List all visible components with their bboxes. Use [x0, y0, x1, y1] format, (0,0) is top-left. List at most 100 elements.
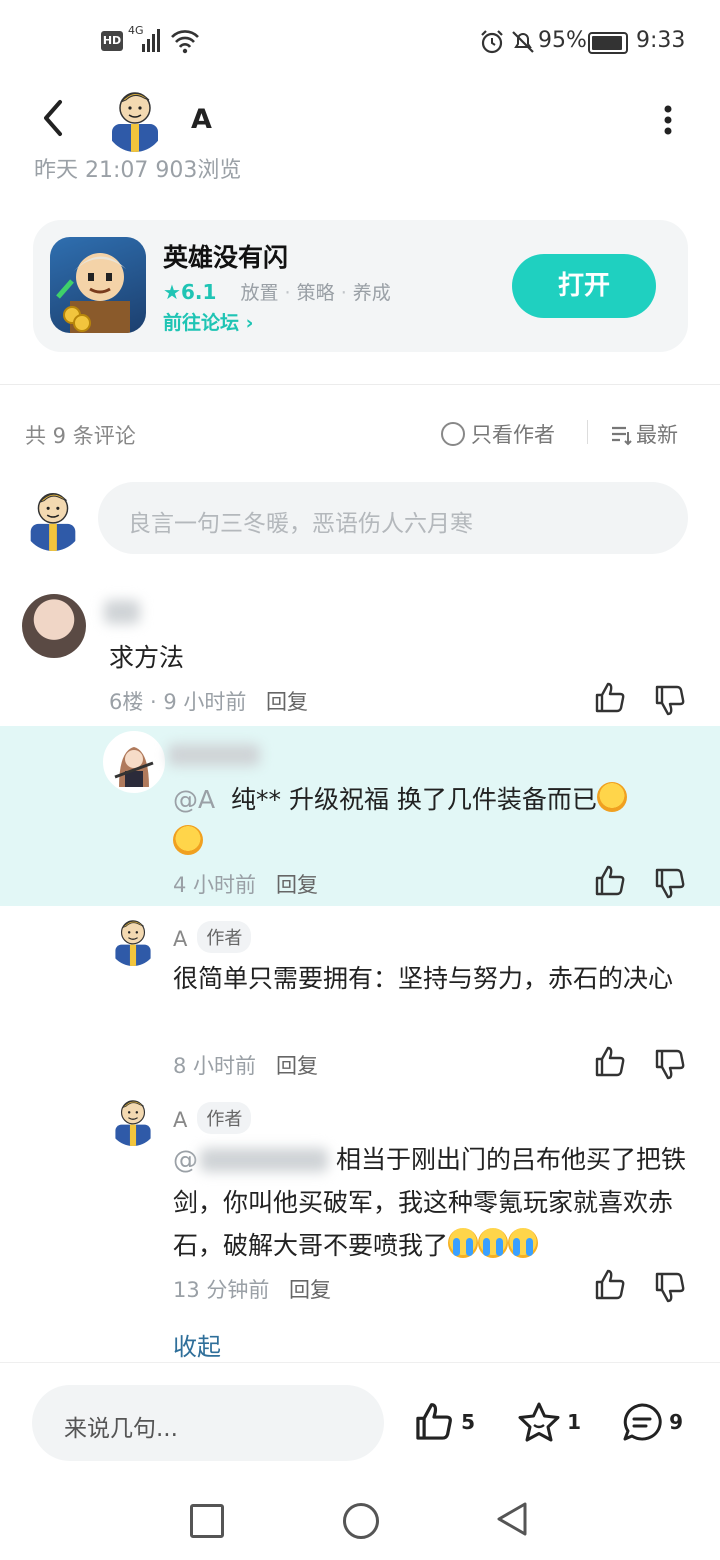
thumbs-up-icon[interactable] [593, 1268, 627, 1302]
home-button[interactable] [343, 1503, 379, 1539]
divider [0, 384, 720, 385]
reply-text: @ 相当于刚出门的吕布他买了把铁剑，你叫他买破军，我这种零氪玩家就喜欢赤石，破解大… [173, 1138, 688, 1267]
vault-boy-icon [112, 92, 158, 152]
comment-button[interactable]: 9 [620, 1401, 683, 1443]
like-button[interactable]: 5 [412, 1401, 475, 1443]
party-face-emoji [596, 782, 627, 812]
open-game-button[interactable]: 打开 [512, 254, 656, 318]
back-arrow-icon[interactable] [38, 98, 68, 138]
mention-name-blurred[interactable] [200, 1148, 328, 1172]
thumbs-down-icon[interactable] [653, 1047, 687, 1081]
mute-bell-icon [512, 31, 534, 53]
game-tag: 放置 [240, 282, 279, 304]
comment-input-placeholder: 良言一句三冬暖，恶语伤人六月寒 [128, 511, 473, 537]
alarm-icon [481, 30, 503, 54]
app-header: A [0, 84, 720, 160]
vault-boy-icon [30, 493, 76, 551]
author-avatar[interactable] [104, 84, 166, 152]
reply-link[interactable]: 回复 [266, 686, 308, 716]
reply-meta: 4 小时前 [173, 873, 257, 897]
reply-text: @A 纯** 升级祝福 换了几件装备而已 [173, 778, 673, 864]
sort-list-icon [612, 426, 632, 446]
thumbs-down-icon[interactable] [653, 866, 687, 900]
post-meta: 昨天 21:07 903浏览 [34, 158, 242, 180]
reply-link[interactable]: 回复 [276, 869, 318, 899]
game-tag: 策略 [296, 282, 335, 304]
recent-apps-button[interactable] [190, 1504, 224, 1538]
author-only-label: 只看作者 [471, 423, 555, 447]
chat-bubble-icon [623, 1403, 662, 1441]
game-rating-row: ★6.1 放置 · 策略 · 养成 [163, 280, 391, 304]
thumbs-up-icon[interactable] [593, 864, 627, 898]
author-avatar[interactable] [108, 914, 158, 966]
reply-meta: 8 小时前 [173, 1054, 257, 1078]
star-face-icon [518, 1402, 560, 1442]
reply-link[interactable]: 回复 [276, 1050, 318, 1080]
radio-circle-icon [441, 422, 465, 446]
favorite-count: 1 [567, 1410, 582, 1434]
comment-meta: 6楼 · 9 小时前 [109, 690, 247, 714]
chevron-right-icon: › [245, 312, 254, 334]
author-badge: 作者 [197, 1102, 252, 1134]
system-nav-bar [0, 1482, 720, 1560]
my-avatar [22, 485, 84, 551]
star-icon: ★ [163, 280, 181, 304]
reply-author-name[interactable]: A [173, 1108, 187, 1132]
bottom-action-bar: 来说几句... 5 1 9 [0, 1362, 720, 1483]
game-rating: 6.1 [180, 280, 217, 304]
reply-author-row: A 作者 [173, 921, 252, 953]
reply-meta: 13 分钟前 [173, 1278, 270, 1302]
forum-link-label: 前往论坛 [163, 312, 240, 334]
mention[interactable]: @ [173, 1145, 198, 1174]
vault-boy-icon [115, 1100, 151, 1146]
sort-label: 最新 [636, 423, 678, 447]
thumbs-up-icon[interactable] [593, 681, 627, 715]
comment-count-bottom: 9 [669, 1410, 684, 1434]
author-badge: 作者 [197, 921, 252, 953]
game-icon [50, 237, 146, 333]
mention[interactable]: @A [173, 785, 215, 814]
wifi-icon [171, 30, 199, 54]
forum-link[interactable]: 前往论坛 › [163, 308, 253, 335]
crying-face-emoji [508, 1228, 539, 1258]
commenter-avatar[interactable] [22, 594, 86, 658]
comment-input[interactable]: 良言一句三冬暖，恶语伤人六月寒 [98, 482, 688, 554]
favorite-button[interactable]: 1 [516, 1401, 581, 1443]
header-title: A [191, 104, 212, 135]
sort-toggle[interactable]: 最新 [610, 419, 678, 449]
status-bar: HD 4G 95% 9:33 [101, 24, 686, 54]
reply-text-content: 纯** 升级祝福 换了几件装备而已 [231, 785, 597, 814]
thumbs-down-icon[interactable] [653, 683, 687, 717]
reply-author-row: A 作者 [173, 1102, 252, 1134]
comment-text: 求方法 [109, 643, 185, 672]
like-count: 5 [461, 1410, 476, 1434]
divider-vertical [587, 420, 588, 444]
thumbs-up-icon [416, 1403, 452, 1440]
crying-face-emoji [448, 1228, 479, 1258]
thumbs-down-icon[interactable] [653, 1270, 687, 1304]
reply-text: 很简单只需要拥有：坚持与努力，赤石的决心 [173, 964, 674, 993]
reply-link[interactable]: 回复 [289, 1274, 331, 1304]
author-only-toggle[interactable]: 只看作者 [441, 419, 555, 449]
bottom-comment-input[interactable]: 来说几句... [32, 1385, 384, 1461]
commenter-name[interactable] [104, 600, 140, 624]
hd-icon: HD [101, 31, 123, 51]
anime-girl-icon [105, 733, 163, 791]
party-face-emoji [173, 825, 203, 855]
game-name: 英雄没有闪 [163, 243, 289, 272]
crying-face-emoji [478, 1228, 509, 1258]
back-triangle-icon[interactable] [495, 1501, 529, 1537]
replier-name[interactable] [168, 744, 260, 766]
bottom-input-placeholder: 来说几句... [64, 1416, 178, 1442]
author-avatar[interactable] [108, 1094, 158, 1146]
collapse-link[interactable]: 收起 [173, 1327, 221, 1362]
more-options-icon[interactable] [661, 102, 675, 138]
reply-author-name[interactable]: A [173, 927, 187, 951]
vault-boy-icon [115, 920, 151, 966]
thumbs-up-icon[interactable] [593, 1045, 627, 1079]
replier-avatar[interactable] [103, 731, 165, 793]
battery-icon [588, 32, 628, 54]
game-card[interactable]: 英雄没有闪 ★6.1 放置 · 策略 · 养成 前往论坛 › 打开 [33, 220, 688, 352]
comment-count: 共 9 条评论 [25, 424, 136, 448]
clock: 9:33 [636, 28, 686, 53]
